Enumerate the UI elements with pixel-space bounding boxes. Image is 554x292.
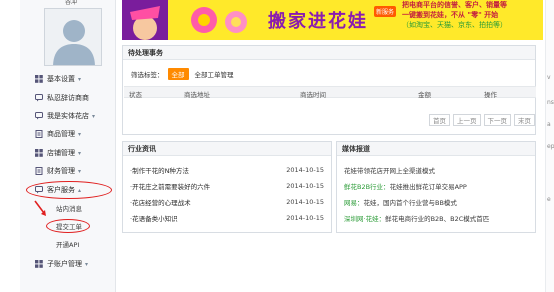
banner-badge: 新服务 [374, 6, 397, 17]
sidebar-item-shop[interactable]: 店铺管理 ▾ [34, 146, 81, 160]
avatar-icon [45, 9, 101, 65]
right-edge-label: ep [547, 143, 554, 150]
sidebar-item-physical-store[interactable]: 我是实体花店 ▾ [34, 109, 95, 123]
news-headline: 鲜花电商行业的B2B、B2C模式首匹 [385, 215, 490, 223]
panel-title: 行业资讯 [123, 142, 331, 156]
filter-label: 筛选标签： [131, 71, 164, 79]
filter-row: 筛选标签： 全部 全部工单管理 [131, 68, 234, 80]
sidebar: 谷冲 基本设置 ▾ 私忍辞访商商 我是实体花店 ▾ 商品管理 ▾ 店铺管理 ▾ … [20, 0, 116, 292]
sidebar-item-label: 我是实体花店 [47, 112, 89, 120]
filter-tag-all[interactable]: 全部 [167, 68, 189, 80]
chat-icon [34, 94, 43, 102]
sidebar-item-customer-service[interactable]: 客户服务 ▴ [34, 183, 81, 197]
pagination: 首页 上一页 下一页 末页 [429, 114, 535, 126]
sidebar-item-basic-settings[interactable]: 基本设置 ▾ [34, 72, 81, 86]
column-header: 商选地址 [184, 91, 210, 99]
column-header: 金额 [418, 91, 431, 99]
banner-line-1: 把电商平台的信誉、客户、销量等 [402, 1, 507, 9]
filter-tag-tickets[interactable]: 全部工单管理 [195, 69, 234, 79]
table-header: 状态 商选地址 商选时间 金额 操作 [124, 86, 536, 99]
grid-icon [34, 75, 43, 83]
list-item[interactable]: 花娃带领花店开网上全渠道模式 [344, 164, 435, 176]
sidebar-sub-item-submit-ticket[interactable]: 提交工单 [56, 220, 82, 232]
sidebar-item-label: 店铺管理 [47, 149, 75, 157]
panel-title: 待处理事务 [123, 46, 535, 60]
news-date: 2014-10-15 [286, 214, 324, 222]
pending-tasks-panel: 待处理事务 筛选标签： 全部 全部工单管理 状态 商选地址 商选时间 金额 操作… [122, 45, 536, 135]
promo-banner[interactable]: 搬家进花娃 新服务 把电商平台的信誉、客户、销量等 一键搬到花娃，不从 "零" … [122, 0, 543, 40]
banner-line-3: （如淘宝、天猫、京东、拍拍等） [402, 21, 507, 29]
chevron-down-icon: ▾ [78, 75, 82, 83]
industry-news-panel: 行业资讯 ·制作干花的N种方法 2014-10-15 ·开花庄之前需要装好的六件… [122, 141, 332, 233]
news-date: 2014-10-15 [286, 166, 324, 174]
news-headline: 花娃带领花店开网上全渠道模式 [344, 167, 435, 175]
chevron-down-icon: ▾ [85, 260, 89, 268]
news-title: ·花语备类小知识 [130, 215, 178, 223]
chevron-up-icon: ▴ [78, 186, 82, 194]
news-headline: 花娃推出鲜花订单交易APP [389, 183, 467, 191]
user-name: 谷冲 [65, 0, 78, 6]
chevron-down-icon: ▾ [78, 130, 82, 138]
grid-icon [34, 149, 43, 157]
sidebar-sub-item-messages[interactable]: 站内消息 [56, 202, 82, 214]
right-edge-label: ns [547, 99, 554, 106]
doc-icon [34, 130, 43, 138]
news-source: 深圳网·花娃： [344, 215, 386, 223]
pager-next-button[interactable]: 下一页 [483, 114, 511, 126]
news-source: 网易： [344, 199, 364, 207]
banner-line-2: 一键搬到花娃，不从 "零" 开始 [402, 11, 499, 19]
chat-icon [34, 186, 43, 194]
red-arrow-icon [34, 200, 46, 216]
list-item[interactable]: ·开花庄之前需要装好的六件 2014-10-15 [130, 180, 324, 192]
sidebar-item-label: 财务管理 [47, 167, 75, 175]
doc-icon [34, 167, 43, 175]
news-headline: 花娃，国内首个行业营与BB模式 [363, 199, 457, 207]
pager-last-button[interactable]: 末页 [514, 114, 535, 126]
right-edge-label: e [547, 196, 551, 203]
list-item[interactable]: 深圳网·花娃： 鲜花电商行业的B2B、B2C模式首匹 [344, 212, 489, 224]
banner-left-image [122, 0, 168, 40]
media-reports-panel: 媒体报道 花娃带领花店开网上全渠道模式 鲜花B2B行业： 花娃推出鲜花订单交易A… [336, 141, 536, 233]
chevron-down-icon: ▾ [92, 112, 96, 120]
chevron-down-icon: ▾ [78, 167, 82, 175]
sidebar-item-label: 私忍辞访商商 [47, 94, 89, 102]
news-title: ·开花庄之前需要装好的六件 [130, 183, 211, 191]
sidebar-sub-item-open-api[interactable]: 开通API [56, 238, 79, 250]
right-edge-label: v [547, 74, 551, 81]
banner-flower-icon [191, 7, 247, 33]
list-item[interactable]: ·花店经营的心理战术 2014-10-15 [130, 196, 324, 208]
avatar[interactable] [44, 8, 102, 66]
sidebar-item-supplier[interactable]: 私忍辞访商商 [34, 91, 89, 105]
pager-prev-button[interactable]: 上一页 [453, 114, 481, 126]
right-edge-label: a [547, 121, 551, 128]
grid-icon [34, 260, 43, 268]
sidebar-item-label: 客户服务 [47, 186, 75, 194]
sidebar-item-sub-accounts[interactable]: 子账户管理 ▾ [34, 257, 88, 271]
pager-first-button[interactable]: 首页 [429, 114, 450, 126]
chat-icon [34, 112, 43, 120]
news-date: 2014-10-15 [286, 198, 324, 206]
news-title: ·花店经营的心理战术 [130, 199, 191, 207]
column-header: 操作 [484, 91, 497, 99]
sidebar-item-finance[interactable]: 财务管理 ▾ [34, 164, 81, 178]
list-item[interactable]: ·制作干花的N种方法 2014-10-15 [130, 164, 324, 176]
banner-title: 搬家进花娃 [268, 11, 368, 32]
news-title: ·制作干花的N种方法 [130, 167, 189, 175]
sidebar-item-products[interactable]: 商品管理 ▾ [34, 127, 81, 141]
list-item[interactable]: 鲜花B2B行业： 花娃推出鲜花订单交易APP [344, 180, 467, 192]
column-header: 商选时间 [300, 91, 326, 99]
news-date: 2014-10-15 [286, 182, 324, 190]
sidebar-item-label: 商品管理 [47, 130, 75, 138]
news-source: 鲜花B2B行业： [344, 183, 390, 191]
panel-title: 媒体报道 [337, 142, 535, 156]
sidebar-item-label: 基本设置 [47, 75, 75, 83]
list-item[interactable]: 网易： 花娃，国内首个行业营与BB模式 [344, 196, 457, 208]
sidebar-item-label: 子账户管理 [47, 260, 82, 268]
column-header: 状态 [129, 91, 142, 99]
chevron-down-icon: ▾ [78, 149, 82, 157]
banner-description: 把电商平台的信誉、客户、销量等 一键搬到花娃，不从 "零" 开始 （如淘宝、天猫… [402, 0, 543, 30]
list-item[interactable]: ·花语备类小知识 2014-10-15 [130, 212, 324, 224]
